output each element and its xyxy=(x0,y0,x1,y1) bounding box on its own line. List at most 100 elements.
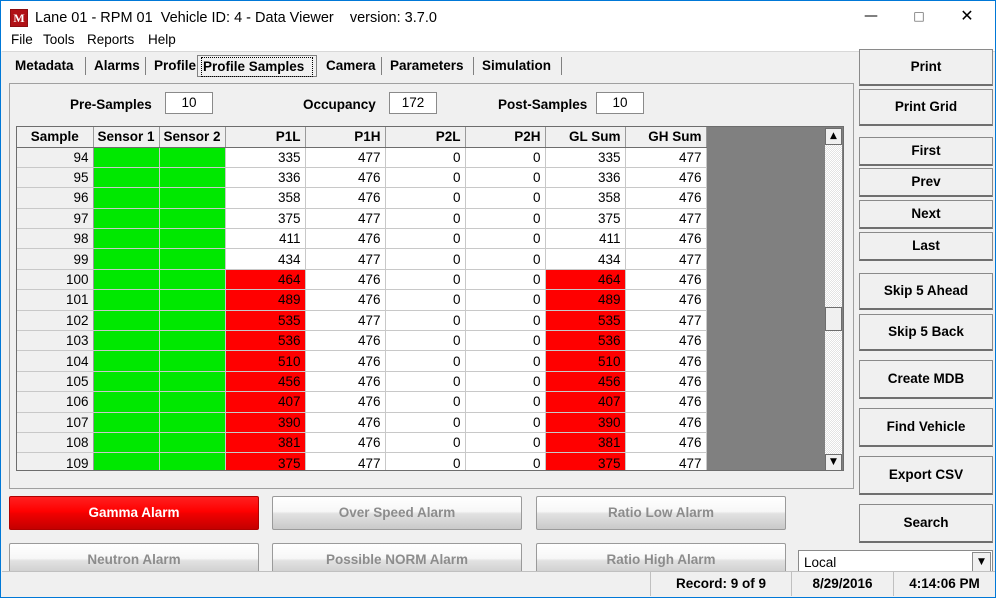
cell-sample[interactable]: 97 xyxy=(17,208,94,230)
chevron-down-icon[interactable]: ▼ xyxy=(972,552,991,573)
cell-sample[interactable]: 94 xyxy=(17,147,94,168)
cell-p1h[interactable]: 477 xyxy=(305,208,386,230)
cell-sensor1[interactable] xyxy=(93,371,160,393)
cell-sample[interactable]: 106 xyxy=(17,391,94,413)
cell-sensor2[interactable] xyxy=(159,269,226,291)
col-header-gh-sum[interactable]: GH Sum xyxy=(625,127,707,148)
cell-p2l[interactable]: 0 xyxy=(385,248,466,270)
occupancy-input[interactable]: 172 xyxy=(389,92,437,114)
cell-p1h[interactable]: 476 xyxy=(305,371,386,393)
cell-gl-sum[interactable]: 536 xyxy=(545,330,626,352)
cell-p2l[interactable]: 0 xyxy=(385,289,466,311)
cell-gl-sum[interactable]: 434 xyxy=(545,248,626,270)
cell-sample[interactable]: 107 xyxy=(17,412,94,433)
skip-5-ahead-button[interactable]: Skip 5 Ahead xyxy=(859,273,993,310)
cell-gh-sum[interactable]: 476 xyxy=(625,269,707,291)
alarm-over-speed[interactable]: Over Speed Alarm xyxy=(272,496,522,530)
cell-gh-sum[interactable]: 476 xyxy=(625,187,707,209)
cell-p2l[interactable]: 0 xyxy=(385,432,466,454)
cell-sensor2[interactable] xyxy=(159,310,226,332)
last-button[interactable]: Last xyxy=(859,232,993,261)
alarm-gamma[interactable]: Gamma Alarm xyxy=(9,496,259,530)
scroll-up-button[interactable]: ▲ xyxy=(825,128,842,145)
cell-gl-sum[interactable]: 390 xyxy=(545,412,626,433)
prev-button[interactable]: Prev xyxy=(859,168,993,197)
cell-gl-sum[interactable]: 381 xyxy=(545,432,626,454)
cell-p2h[interactable]: 0 xyxy=(465,228,546,250)
table-row[interactable]: 94 335 477 0 0 335 477 xyxy=(17,147,707,168)
col-header-p1l[interactable]: P1L xyxy=(225,127,306,148)
pre-samples-input[interactable]: 10 xyxy=(165,92,213,114)
cell-gh-sum[interactable]: 476 xyxy=(625,391,707,413)
next-button[interactable]: Next xyxy=(859,200,993,229)
cell-sensor2[interactable] xyxy=(159,289,226,311)
table-row[interactable]: 96 358 476 0 0 358 476 xyxy=(17,187,707,209)
cell-p2h[interactable]: 0 xyxy=(465,248,546,270)
cell-gl-sum[interactable]: 456 xyxy=(545,371,626,393)
export-csv-button[interactable]: Export CSV xyxy=(859,456,993,495)
cell-p1h[interactable]: 476 xyxy=(305,167,386,189)
cell-sensor2[interactable] xyxy=(159,432,226,454)
cell-gh-sum[interactable]: 477 xyxy=(625,147,707,168)
cell-gh-sum[interactable]: 477 xyxy=(625,208,707,230)
cell-p1h[interactable]: 476 xyxy=(305,432,386,454)
cell-p2l[interactable]: 0 xyxy=(385,310,466,332)
tab-profile[interactable]: Profile xyxy=(146,55,204,77)
print-button[interactable]: Print xyxy=(859,49,993,86)
cell-sample[interactable]: 100 xyxy=(17,269,94,291)
tab-simulation[interactable]: Simulation xyxy=(474,55,562,77)
cell-p2l[interactable]: 0 xyxy=(385,228,466,250)
cell-p2l[interactable]: 0 xyxy=(385,269,466,291)
cell-p2l[interactable]: 0 xyxy=(385,371,466,393)
cell-p2l[interactable]: 0 xyxy=(385,412,466,433)
cell-gh-sum[interactable]: 476 xyxy=(625,330,707,352)
print-grid-button[interactable]: Print Grid xyxy=(859,89,993,126)
cell-sensor2[interactable] xyxy=(159,208,226,230)
cell-sensor1[interactable] xyxy=(93,310,160,332)
cell-p1l[interactable]: 510 xyxy=(225,350,306,372)
table-row[interactable]: 102 535 477 0 0 535 477 xyxy=(17,310,707,332)
cell-p2l[interactable]: 0 xyxy=(385,167,466,189)
cell-p2l[interactable]: 0 xyxy=(385,452,466,470)
cell-p1h[interactable]: 476 xyxy=(305,391,386,413)
tab-alarms[interactable]: Alarms xyxy=(86,55,146,77)
cell-sensor2[interactable] xyxy=(159,248,226,270)
cell-p1l[interactable]: 381 xyxy=(225,432,306,454)
cell-sensor1[interactable] xyxy=(93,330,160,352)
cell-gl-sum[interactable]: 375 xyxy=(545,208,626,230)
cell-p1h[interactable]: 476 xyxy=(305,412,386,433)
cell-sensor2[interactable] xyxy=(159,330,226,352)
col-header-p1h[interactable]: P1H xyxy=(305,127,386,148)
cell-sensor2[interactable] xyxy=(159,412,226,433)
cell-p2h[interactable]: 0 xyxy=(465,371,546,393)
cell-p1h[interactable]: 477 xyxy=(305,147,386,168)
cell-p1h[interactable]: 476 xyxy=(305,350,386,372)
tab-parameters[interactable]: Parameters xyxy=(382,55,474,77)
cell-p1h[interactable]: 476 xyxy=(305,289,386,311)
cell-sensor1[interactable] xyxy=(93,412,160,433)
cell-sensor1[interactable] xyxy=(93,167,160,189)
table-row[interactable]: 97 375 477 0 0 375 477 xyxy=(17,208,707,230)
col-header-gl-sum[interactable]: GL Sum xyxy=(545,127,626,148)
cell-sample[interactable]: 109 xyxy=(17,452,94,470)
cell-p1l[interactable]: 407 xyxy=(225,391,306,413)
cell-p1l[interactable]: 536 xyxy=(225,330,306,352)
cell-gl-sum[interactable]: 535 xyxy=(545,310,626,332)
cell-p1l[interactable]: 434 xyxy=(225,248,306,270)
cell-p2h[interactable]: 0 xyxy=(465,412,546,433)
table-row[interactable]: 108 381 476 0 0 381 476 xyxy=(17,432,707,454)
menu-item-help[interactable]: Help xyxy=(144,29,180,51)
cell-gh-sum[interactable]: 476 xyxy=(625,432,707,454)
cell-gh-sum[interactable]: 477 xyxy=(625,310,707,332)
table-row[interactable]: 101 489 476 0 0 489 476 xyxy=(17,289,707,311)
cell-p1h[interactable]: 476 xyxy=(305,330,386,352)
cell-p2h[interactable]: 0 xyxy=(465,391,546,413)
cell-gl-sum[interactable]: 375 xyxy=(545,452,626,470)
cell-p2h[interactable]: 0 xyxy=(465,269,546,291)
cell-gl-sum[interactable]: 489 xyxy=(545,289,626,311)
cell-sensor1[interactable] xyxy=(93,350,160,372)
cell-p2h[interactable]: 0 xyxy=(465,310,546,332)
cell-p1l[interactable]: 535 xyxy=(225,310,306,332)
cell-sample[interactable]: 104 xyxy=(17,350,94,372)
cell-p2l[interactable]: 0 xyxy=(385,391,466,413)
